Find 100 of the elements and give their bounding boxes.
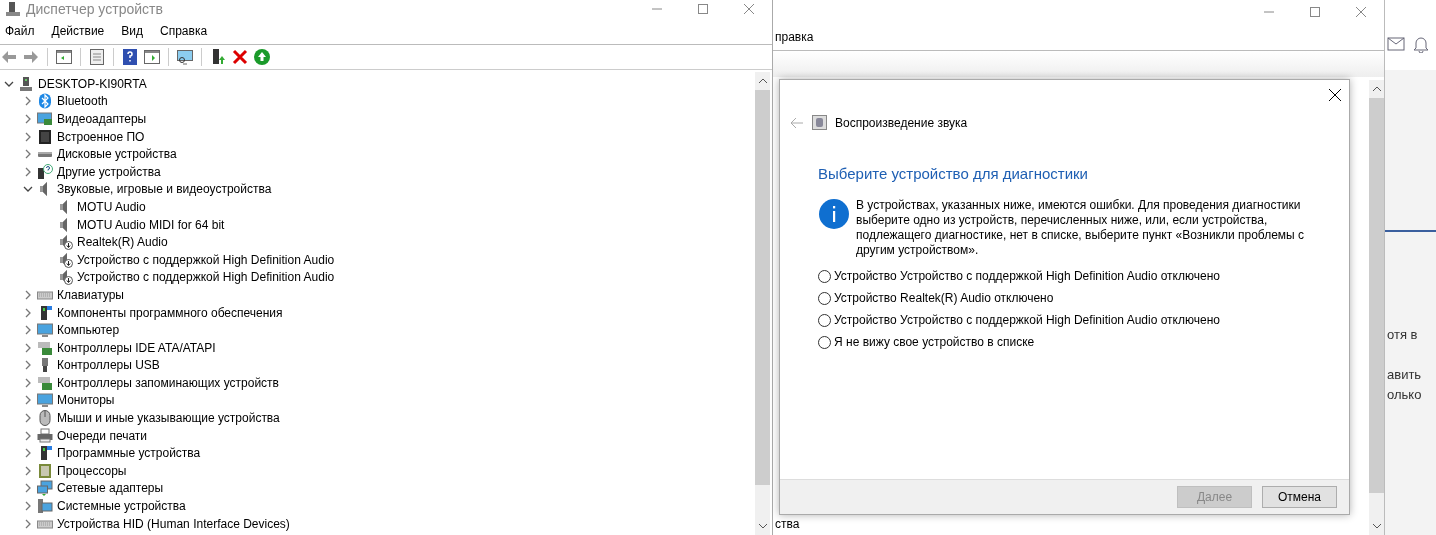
menu-item[interactable]: правка	[775, 30, 814, 44]
text-fragment: отя в	[1387, 327, 1419, 342]
tree-item[interactable]: Звуковые, игровые и видеоустройства	[57, 182, 272, 197]
menu-item[interactable]: Вид	[116, 24, 151, 38]
tree-item[interactable]: Видеоадаптеры	[57, 112, 147, 126]
mouse-icon	[37, 410, 53, 427]
network-icon	[37, 480, 53, 497]
text-fragment: авить	[1387, 367, 1423, 382]
radio-option[interactable]: Устройство Устройство с поддержкой High Definition Audio отключено	[818, 268, 1329, 284]
tree-item[interactable]: Очереди печати	[57, 428, 148, 443]
forward-arrow-icon[interactable]	[22, 48, 40, 66]
expand-chevron-icon[interactable]	[23, 307, 33, 318]
expand-chevron-icon[interactable]	[23, 483, 33, 494]
close-icon[interactable]	[1356, 7, 1366, 17]
tree-item[interactable]: Другие устройства	[57, 164, 161, 179]
radio-option[interactable]: Я не вижу свое устройство в списке	[818, 334, 1329, 350]
tree-item[interactable]: Мыши и иные указывающие устройства	[57, 411, 280, 426]
tree-item[interactable]: Мониторы	[57, 393, 115, 408]
maximize-icon[interactable]	[1310, 7, 1320, 17]
monitor-search-icon[interactable]	[176, 48, 194, 66]
window-icon[interactable]	[55, 48, 73, 66]
expand-chevron-icon[interactable]	[23, 377, 33, 388]
system-icon	[37, 498, 53, 515]
expand-chevron-icon[interactable]	[23, 448, 33, 459]
info-icon	[818, 198, 850, 230]
tree-item[interactable]: Сетевые адаптеры	[57, 481, 164, 496]
mail-icon[interactable]	[1387, 37, 1405, 51]
menu-item[interactable]: Файл	[0, 24, 43, 38]
scroll-up-icon[interactable]	[757, 76, 768, 86]
scrollbar-thumb[interactable]	[1369, 98, 1384, 493]
tree-item[interactable]: Встроенное ПО	[57, 129, 145, 144]
delete-icon[interactable]	[231, 48, 249, 66]
tree-item[interactable]: Bluetooth	[57, 94, 108, 109]
help-icon[interactable]	[121, 48, 139, 66]
storage-icon	[37, 374, 53, 391]
expand-chevron-icon[interactable]	[23, 342, 33, 353]
info-text: В устройствах, указанных ниже, имеются ошибки. Для проведения диагностики выберите одно из устройств, перечисленных ниже, или, если устройства, подлежащего диагностике, нет в списке, выберите пункт «Возникли проблемы с другим устройством».	[856, 198, 1306, 258]
expand-chevron-icon[interactable]	[23, 430, 33, 441]
bluetooth-icon	[37, 93, 53, 110]
tree-item[interactable]: Контроллеры запоминающих устройств	[57, 375, 279, 390]
monitor-icon	[37, 322, 53, 339]
disabled-speaker-icon	[57, 234, 73, 251]
tree-item[interactable]: Системные устройства	[57, 499, 186, 514]
expand-chevron-icon[interactable]	[23, 518, 33, 529]
expand-chevron-icon[interactable]	[23, 149, 33, 160]
close-button[interactable]	[1329, 89, 1341, 101]
menu-item[interactable]: Действие	[46, 24, 113, 38]
expand-chevron-icon[interactable]	[23, 289, 33, 300]
expand-chevron-icon[interactable]	[23, 413, 33, 424]
list-icon[interactable]	[88, 48, 106, 66]
expand-chevron-icon[interactable]	[23, 131, 33, 142]
tree-item[interactable]: Программные устройства	[57, 446, 201, 461]
expand-chevron-icon[interactable]	[23, 96, 33, 107]
tree-item[interactable]: Контроллеры USB	[57, 358, 160, 373]
scroll-down-icon[interactable]	[1371, 521, 1382, 531]
tree-item[interactable]: DESKTOP-KI90RTA	[38, 76, 147, 91]
expand-chevron-icon[interactable]	[23, 166, 33, 177]
computer-icon	[18, 75, 34, 92]
tree-item[interactable]: Клавиатуры	[57, 287, 124, 302]
tree-item[interactable]: Процессоры	[57, 463, 127, 478]
scrollbar-thumb[interactable]	[755, 90, 770, 485]
dialog-heading: Выберите устройство для диагностики	[818, 165, 1089, 182]
text-fragment: олько	[1387, 387, 1423, 402]
text-fragment: ства	[775, 517, 800, 531]
speaker-box-icon	[812, 115, 827, 130]
tree-item[interactable]: MOTU Audio	[77, 199, 146, 214]
tree-item[interactable]: Компоненты программного обеспечения	[57, 305, 283, 320]
app-icon	[6, 1, 20, 17]
radio-option[interactable]: Устройство Устройство с поддержкой High Definition Audio отключено	[818, 312, 1329, 328]
scroll-up-icon[interactable]	[1371, 84, 1382, 94]
expand-chevron-icon[interactable]	[23, 501, 33, 512]
monitor-icon	[37, 392, 53, 409]
card-icon	[37, 339, 53, 356]
close-icon[interactable]	[744, 4, 754, 14]
tree-item[interactable]: MOTU Audio MIDI for 64 bit	[77, 217, 225, 232]
tree-item[interactable]: Дисковые устройства	[57, 147, 177, 162]
radio-option[interactable]: Устройство Realtek(R) Audio отключено	[818, 290, 1329, 306]
upload-icon[interactable]	[253, 48, 271, 66]
cpu-icon	[37, 462, 53, 479]
tree-item[interactable]: Устройства HID (Human Interface Devices)	[57, 516, 290, 531]
display-icon	[37, 111, 53, 127]
cancel-button[interactable]: Отмена	[1262, 486, 1337, 508]
menu-item[interactable]: Справка	[155, 24, 216, 38]
tree-item[interactable]: Компьютер	[57, 323, 120, 338]
expand-chevron-icon[interactable]	[23, 395, 33, 406]
back-arrow-icon[interactable]	[790, 116, 804, 129]
expand-chevron-icon[interactable]	[23, 465, 33, 476]
tree-item[interactable]: Контроллеры IDE ATA/ATAPI	[57, 340, 216, 355]
bell-icon[interactable]	[1413, 35, 1429, 53]
disabled-speaker-icon	[57, 251, 73, 268]
dialog-title: Воспроизведение звука	[835, 115, 968, 130]
expand-chevron-icon[interactable]	[23, 360, 33, 371]
expand-chevron-icon[interactable]	[23, 114, 33, 124]
window-title: Диспетчер устройств	[26, 1, 163, 17]
scroll-down-icon[interactable]	[757, 521, 768, 531]
chip-icon	[37, 128, 53, 145]
printer-icon	[37, 427, 53, 444]
window-icon[interactable]	[143, 48, 161, 66]
maximize-icon[interactable]	[698, 4, 708, 14]
expand-chevron-icon[interactable]	[23, 325, 33, 336]
